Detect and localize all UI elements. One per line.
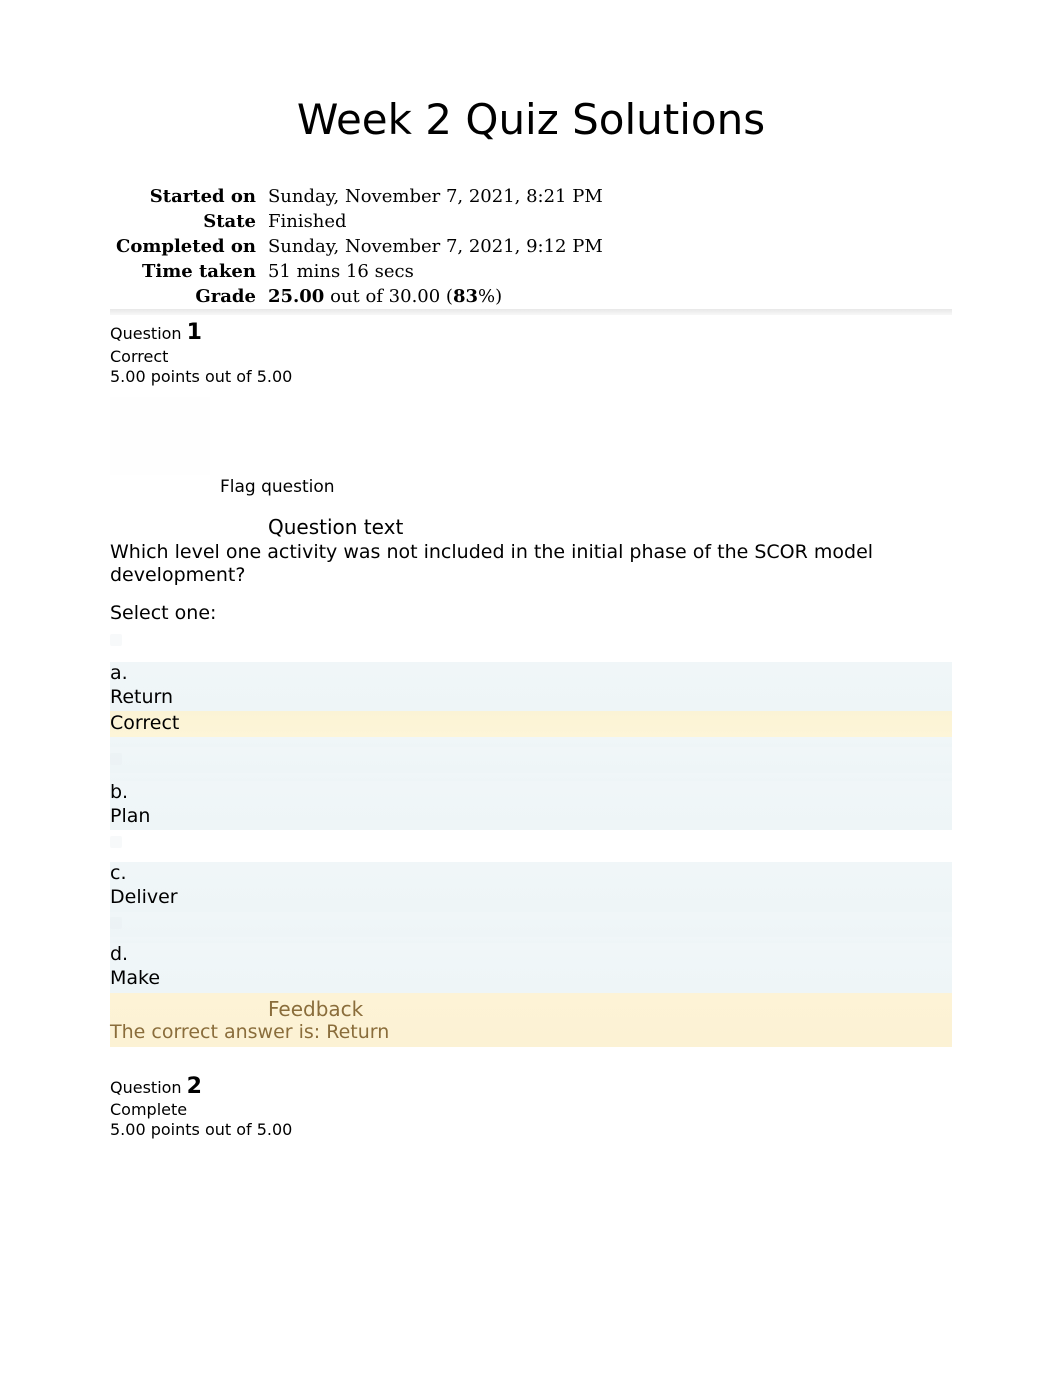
summary-label: Grade bbox=[110, 284, 262, 309]
option-text: Return bbox=[110, 686, 952, 710]
question-status: Correct bbox=[110, 347, 952, 367]
page-title: Week 2 Quiz Solutions bbox=[0, 95, 1062, 144]
grade-mid: out of 30.00 ( bbox=[324, 286, 453, 307]
summary-label: Completed on bbox=[110, 234, 262, 259]
summary-label: Time taken bbox=[110, 259, 262, 284]
flag-icon bbox=[110, 397, 210, 475]
question-number: 2 bbox=[187, 1074, 202, 1099]
summary-label: Started on bbox=[110, 184, 262, 209]
grade-tail: %) bbox=[478, 286, 502, 307]
select-one-label: Select one: bbox=[110, 602, 952, 624]
option-text: Deliver bbox=[110, 886, 952, 910]
question-text-heading: Question text bbox=[110, 515, 952, 539]
radio-b[interactable] bbox=[110, 753, 122, 765]
question-number: 1 bbox=[187, 320, 202, 345]
summary-row: Time taken 51 mins 16 secs bbox=[110, 259, 609, 284]
option-c[interactable]: c. Deliver bbox=[110, 862, 952, 912]
summary-row-grade: Grade 25.00 out of 30.00 (83%) bbox=[110, 284, 609, 309]
option-d[interactable]: d. Make bbox=[110, 943, 952, 993]
option-correct-badge: Correct bbox=[110, 711, 952, 737]
option-a[interactable]: a. Return bbox=[110, 662, 952, 712]
option-letter: a. bbox=[110, 662, 952, 686]
grade-pct: 83 bbox=[453, 286, 478, 307]
question-label: Question bbox=[110, 1078, 187, 1097]
summary-value: 51 mins 16 secs bbox=[262, 259, 609, 284]
summary-row: State Finished bbox=[110, 209, 609, 234]
question-points: 5.00 points out of 5.00 bbox=[110, 1120, 952, 1140]
question-points: 5.00 points out of 5.00 bbox=[110, 367, 952, 387]
summary-table: Started on Sunday, November 7, 2021, 8:2… bbox=[110, 184, 609, 309]
divider bbox=[110, 309, 952, 315]
option-text: Make bbox=[110, 967, 952, 991]
summary-value: Finished bbox=[262, 209, 609, 234]
flag-question-link[interactable]: Flag question bbox=[110, 477, 952, 497]
question-1: Question 1 Correct 5.00 points out of 5.… bbox=[110, 315, 952, 1047]
question-label: Question bbox=[110, 324, 187, 343]
summary-label: State bbox=[110, 209, 262, 234]
option-letter: c. bbox=[110, 862, 952, 886]
summary-value: Sunday, November 7, 2021, 8:21 PM bbox=[262, 184, 609, 209]
question-status: Complete bbox=[110, 1100, 952, 1120]
radio-c[interactable] bbox=[110, 836, 122, 848]
radio-a[interactable] bbox=[110, 634, 122, 646]
feedback-heading: Feedback bbox=[110, 997, 952, 1021]
option-letter: b. bbox=[110, 781, 952, 805]
feedback-text: The correct answer is: Return bbox=[110, 1021, 952, 1043]
question-2: Question 2 Complete 5.00 points out of 5… bbox=[110, 1069, 952, 1141]
grade-score: 25.00 bbox=[268, 286, 324, 307]
option-text: Plan bbox=[110, 805, 952, 829]
option-b[interactable]: b. Plan bbox=[110, 781, 952, 831]
option-letter: d. bbox=[110, 943, 952, 967]
summary-row: Completed on Sunday, November 7, 2021, 9… bbox=[110, 234, 609, 259]
radio-d[interactable] bbox=[110, 917, 122, 929]
question-text: Which level one activity was not include… bbox=[110, 541, 952, 589]
summary-value: Sunday, November 7, 2021, 9:12 PM bbox=[262, 234, 609, 259]
summary-row: Started on Sunday, November 7, 2021, 8:2… bbox=[110, 184, 609, 209]
summary-grade-value: 25.00 out of 30.00 (83%) bbox=[262, 284, 609, 309]
